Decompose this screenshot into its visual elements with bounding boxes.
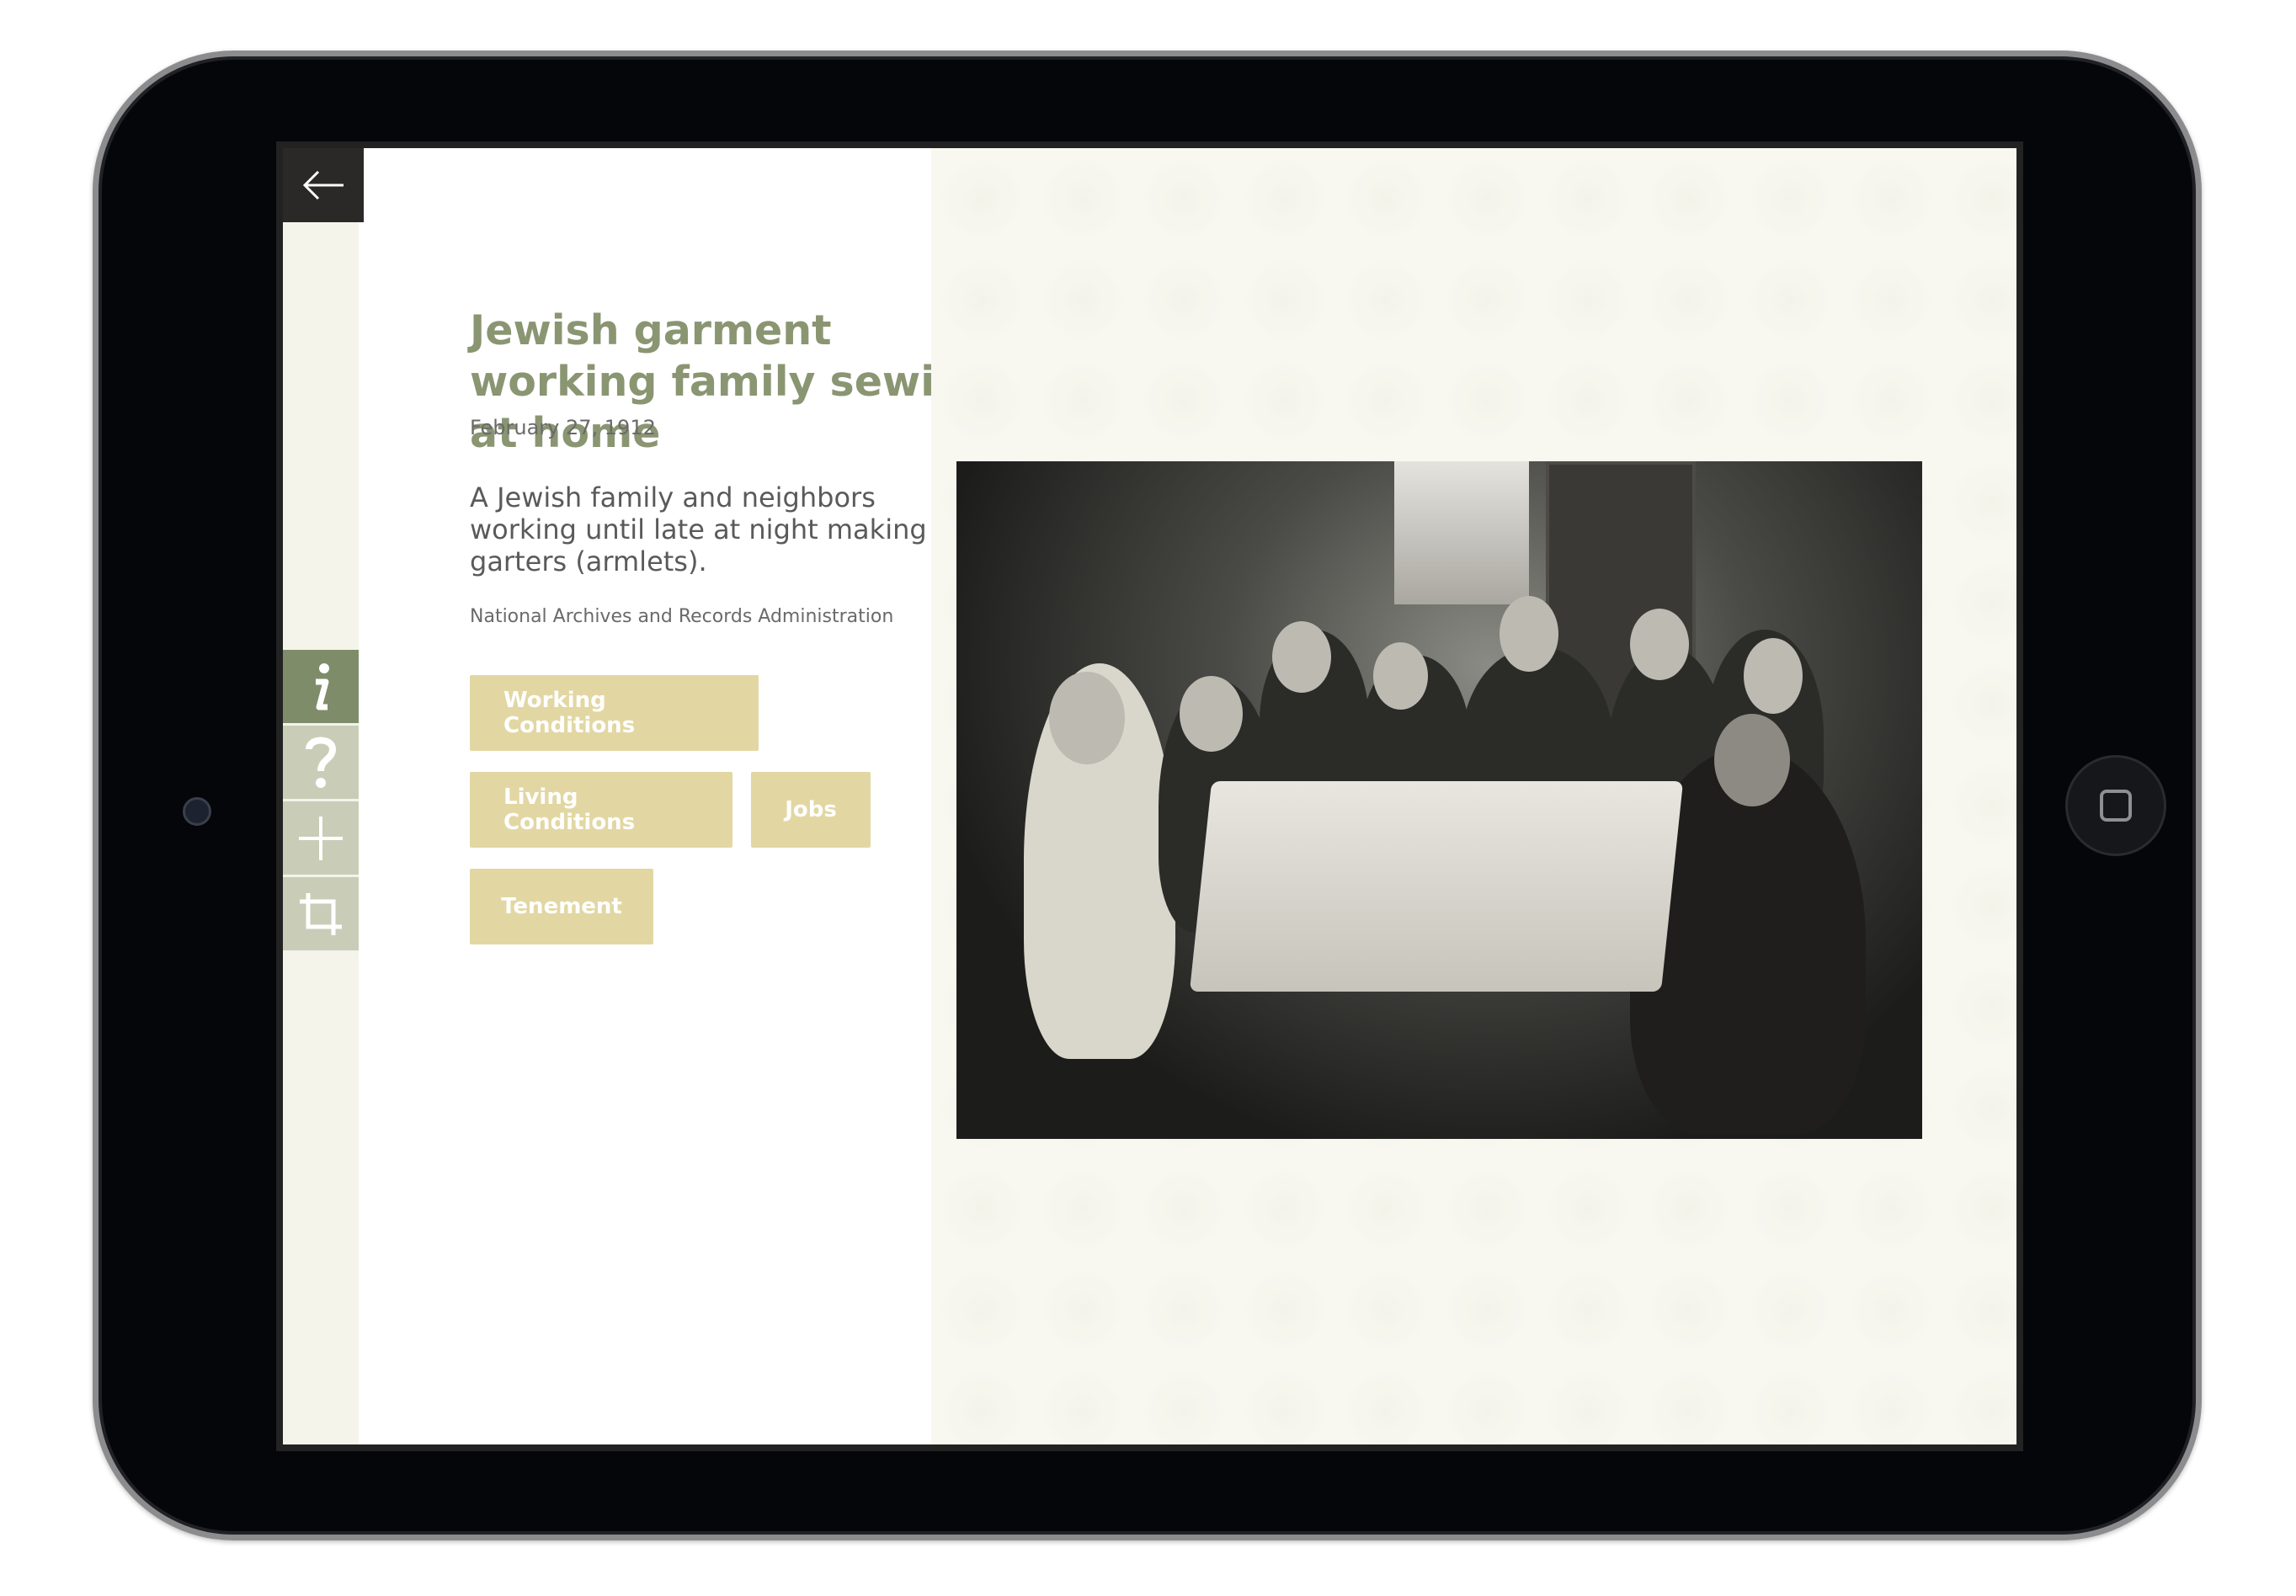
arrow-left-icon bbox=[302, 170, 344, 200]
back-button[interactable] bbox=[283, 148, 364, 222]
item-description: A Jewish family and neighbors working un… bbox=[470, 481, 927, 577]
home-square-icon bbox=[2100, 790, 2132, 822]
photo-head bbox=[1373, 642, 1428, 710]
photo-head bbox=[1180, 676, 1243, 752]
item-date: February 27, 1912 bbox=[470, 416, 656, 439]
screen: Jewish garment working family sewing at … bbox=[276, 141, 2023, 1451]
photo-head bbox=[1272, 621, 1331, 693]
question-icon bbox=[306, 737, 337, 788]
photo-head bbox=[1714, 714, 1790, 806]
tag-living-conditions[interactable]: Living Conditions bbox=[470, 772, 732, 848]
plus-icon bbox=[299, 816, 343, 860]
crop-icon bbox=[300, 892, 342, 935]
tool-info[interactable] bbox=[283, 650, 359, 726]
photo-table bbox=[1189, 781, 1684, 992]
item-source: National Archives and Records Administra… bbox=[470, 606, 894, 627]
info-icon bbox=[316, 662, 329, 710]
photo-head bbox=[1049, 672, 1125, 764]
camera bbox=[183, 797, 211, 826]
tool-add[interactable] bbox=[283, 801, 359, 877]
tool-crop[interactable] bbox=[283, 877, 359, 953]
home-button[interactable] bbox=[2065, 755, 2166, 856]
tag-tenement[interactable]: Tenement bbox=[470, 869, 653, 944]
photo-head bbox=[1630, 609, 1689, 680]
info-panel: Jewish garment working family sewing at … bbox=[359, 148, 994, 1444]
side-toolbar bbox=[283, 650, 359, 953]
photo-head bbox=[1744, 638, 1803, 714]
photo-head bbox=[1500, 596, 1558, 672]
archival-photo[interactable] bbox=[956, 461, 1922, 1139]
tool-question[interactable] bbox=[283, 726, 359, 801]
photo-window bbox=[1394, 461, 1529, 604]
tag-working-conditions[interactable]: Working Conditions bbox=[470, 675, 759, 751]
tag-jobs[interactable]: Jobs bbox=[751, 772, 871, 848]
